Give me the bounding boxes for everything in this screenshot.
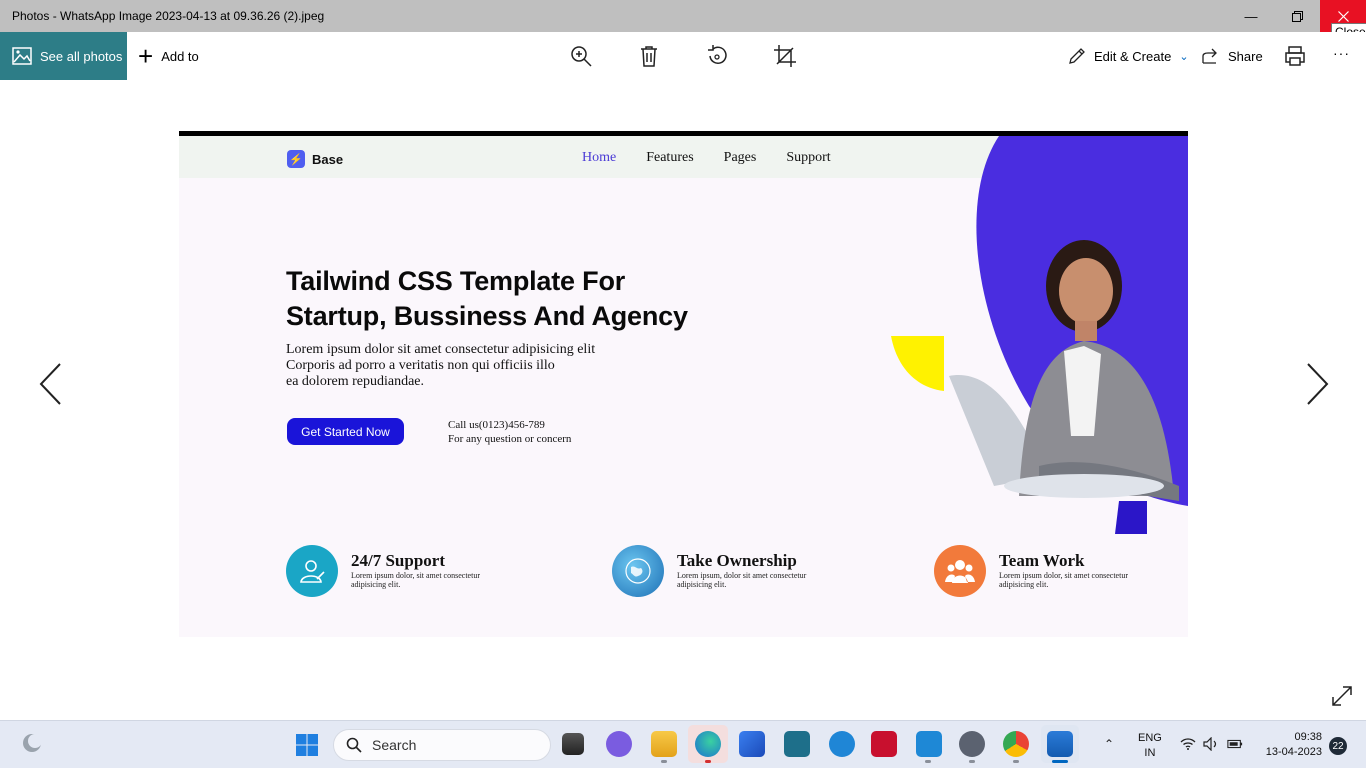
edit-icon	[1069, 48, 1085, 64]
feature-teamwork: Team Work Lorem ipsum dolor, sit amet co…	[934, 545, 1149, 597]
photos-icon	[12, 47, 32, 65]
wifi-icon[interactable]	[1180, 737, 1196, 751]
feature-title: Team Work	[999, 551, 1085, 570]
feature-description: Lorem ipsum dolor, sit amet consectetur …	[999, 571, 1128, 589]
notification-badge[interactable]: 22	[1329, 737, 1347, 755]
app-icon-blue[interactable]	[784, 731, 810, 757]
displayed-photo: ⚡ Base Home Features Pages Support Tailw…	[179, 131, 1188, 637]
feature-title: Take Ownership	[677, 551, 797, 570]
print-icon[interactable]	[1283, 44, 1307, 68]
add-to-button[interactable]: + Add to	[138, 32, 199, 80]
hero-title: Tailwind CSS Template For Startup, Bussi…	[286, 266, 688, 331]
menu-features: Features	[646, 150, 694, 165]
photos-toolbar: See all photos + Add to Edit & Create ⌄ …	[0, 32, 1366, 80]
team-icon	[934, 545, 986, 597]
rotate-icon[interactable]	[705, 44, 729, 68]
taskbar-search[interactable]: Search	[333, 729, 551, 761]
weather-widget-icon[interactable]	[20, 731, 44, 755]
window-title: Photos - WhatsApp Image 2023-04-13 at 09…	[12, 9, 325, 23]
user-support-icon	[286, 545, 338, 597]
delete-icon[interactable]	[637, 44, 661, 68]
vscode-icon[interactable]	[916, 731, 942, 757]
see-all-photos-label: See all photos	[40, 48, 123, 64]
feature-description: Lorem ipsum dolor, sit amet consectetur …	[351, 571, 480, 589]
see-all-photos-button[interactable]: See all photos	[0, 32, 127, 80]
store-icon[interactable]	[739, 731, 765, 757]
file-explorer-icon[interactable]	[651, 731, 677, 757]
photos-app-icon[interactable]	[1047, 731, 1073, 757]
plus-icon: +	[138, 41, 154, 71]
crop-icon[interactable]	[773, 44, 797, 68]
share-icon	[1202, 48, 1217, 64]
restore-icon	[1291, 10, 1303, 22]
chevron-down-icon: ⌄	[1179, 50, 1189, 63]
bolt-icon: ⚡	[287, 150, 305, 168]
mcafee-icon[interactable]	[871, 731, 897, 757]
full-screen-icon[interactable]	[1330, 684, 1354, 708]
site-logo: ⚡ Base	[287, 150, 343, 168]
hero-illustration	[891, 136, 1188, 534]
volume-icon[interactable]	[1203, 737, 1219, 751]
edit-create-button[interactable]: Edit & Create ⌄	[1068, 32, 1189, 80]
search-placeholder: Search	[372, 737, 417, 753]
language-indicator[interactable]: ENG IN	[1138, 731, 1162, 761]
menu-home: Home	[582, 150, 617, 165]
minimize-button[interactable]: —	[1228, 0, 1274, 32]
share-label: Share	[1228, 48, 1263, 64]
call-us-text: Call us(0123)456-789 For any question or…	[448, 419, 572, 445]
windows-start-icon[interactable]	[295, 733, 319, 757]
previous-arrow-icon[interactable]	[38, 362, 62, 406]
menu-pages: Pages	[723, 150, 757, 165]
menu-support: Support	[786, 150, 831, 165]
feature-title: 24/7 Support	[351, 551, 445, 570]
battery-icon[interactable]	[1227, 737, 1243, 751]
add-to-label: Add to	[161, 48, 199, 64]
edge-icon[interactable]	[695, 731, 721, 757]
restore-button[interactable]	[1274, 0, 1320, 32]
help-icon[interactable]	[829, 731, 855, 757]
show-hidden-icons-chevron-icon[interactable]: ⌃	[1104, 737, 1114, 751]
site-menu: Home Features Pages Support	[582, 150, 831, 166]
system-clock[interactable]: 09:38 13-04-2023	[1256, 730, 1322, 760]
taskbar: Search ⌃ ENG IN 09:38 13-04-2023 22	[0, 720, 1366, 768]
chrome-icon[interactable]	[1003, 731, 1029, 757]
globe-icon	[612, 545, 664, 597]
logo-text: Base	[312, 151, 344, 167]
task-view-icon[interactable]	[562, 733, 584, 755]
more-options-button[interactable]: ···	[1333, 45, 1350, 61]
close-icon	[1337, 10, 1349, 22]
settings-icon[interactable]	[959, 731, 985, 757]
get-started-button: Get Started Now	[287, 418, 404, 445]
feature-support: 24/7 Support Lorem ipsum dolor, sit amet…	[286, 545, 501, 597]
teams-chat-icon[interactable]	[606, 731, 632, 757]
search-icon	[346, 737, 362, 753]
minimize-icon: —	[1244, 8, 1258, 24]
share-button[interactable]: Share	[1202, 32, 1263, 80]
edit-create-label: Edit & Create	[1094, 48, 1172, 64]
hero-description: Lorem ipsum dolor sit amet consectetur a…	[286, 342, 596, 389]
image-viewer: ⚡ Base Home Features Pages Support Tailw…	[0, 80, 1366, 720]
title-bar: Photos - WhatsApp Image 2023-04-13 at 09…	[0, 0, 1366, 32]
feature-description: Lorem ipsum, dolor sit amet consectetur …	[677, 571, 807, 589]
feature-ownership: Take Ownership Lorem ipsum, dolor sit am…	[612, 545, 827, 597]
next-arrow-icon[interactable]	[1306, 362, 1330, 406]
zoom-icon[interactable]	[569, 44, 593, 68]
